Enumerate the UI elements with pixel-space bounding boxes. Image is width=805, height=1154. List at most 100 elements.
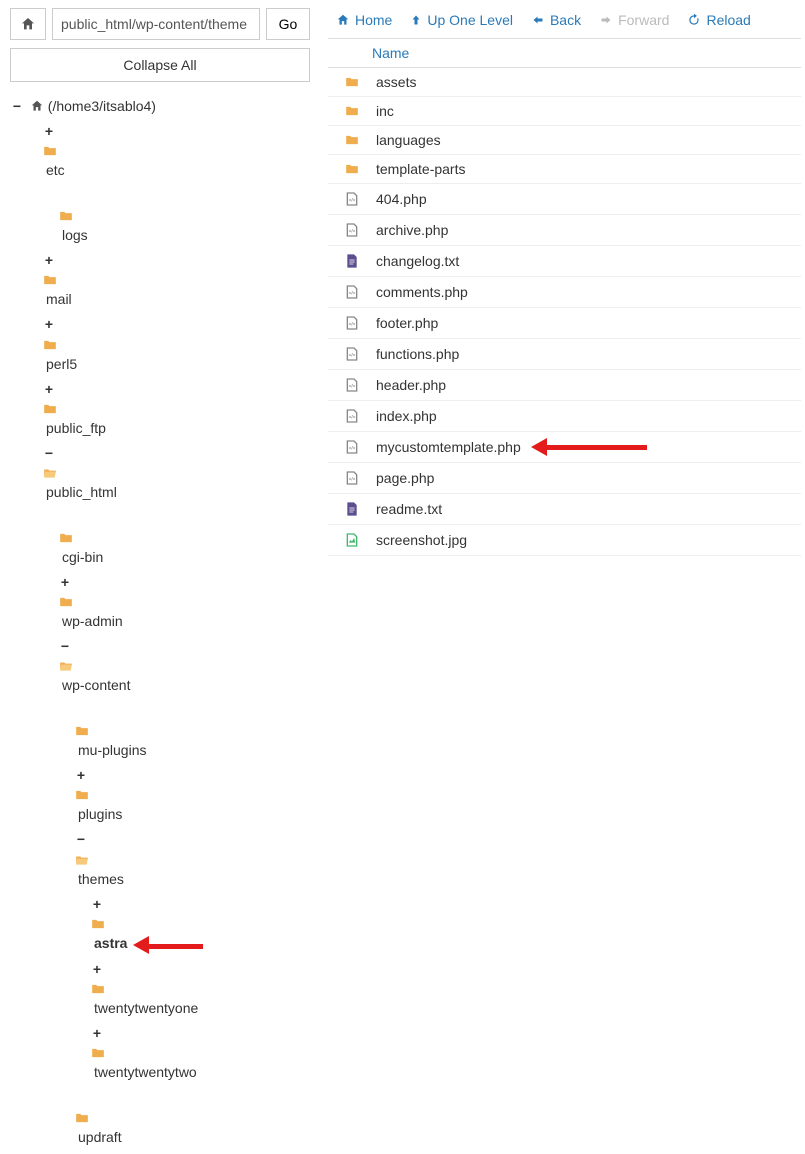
tree-item-label[interactable]: mu-plugins	[78, 742, 146, 758]
home-label: Home	[355, 12, 392, 28]
back-button[interactable]: Back	[531, 12, 581, 28]
up-one-level-button[interactable]: Up One Level	[410, 12, 513, 28]
toggle-icon[interactable]: −	[42, 441, 56, 466]
tree-item-label[interactable]: perl5	[46, 356, 77, 372]
list-item[interactable]: </>index.php	[328, 401, 801, 432]
tree-item-label[interactable]: etc	[46, 162, 65, 178]
tree-item[interactable]: + astra	[10, 892, 310, 957]
toggle-icon[interactable]: +	[42, 248, 56, 273]
folder-icon	[42, 144, 310, 158]
tree-item[interactable]: − public_html	[10, 441, 310, 505]
list-item[interactable]: </>archive.php	[328, 215, 801, 246]
list-item[interactable]: </>footer.php	[328, 308, 801, 339]
folder-icon	[42, 466, 310, 480]
tree-item-label[interactable]: logs	[62, 227, 88, 243]
tree-item[interactable]: + plugins	[10, 763, 310, 827]
list-item[interactable]: </>header.php	[328, 370, 801, 401]
list-item-name: template-parts	[376, 161, 465, 177]
folder-icon	[340, 133, 364, 147]
back-label: Back	[550, 12, 581, 28]
tree-item-label[interactable]: public_ftp	[46, 420, 106, 436]
list-item-name: mycustomtemplate.php	[376, 439, 521, 455]
list-item[interactable]: readme.txt	[328, 494, 801, 525]
toggle-icon[interactable]: +	[42, 312, 56, 337]
toggle-icon[interactable]: +	[58, 570, 72, 595]
path-input[interactable]	[52, 8, 260, 40]
list-item-name: changelog.txt	[376, 253, 459, 269]
tree-item[interactable]: +upgrade	[10, 1150, 310, 1154]
tree-item[interactable]: + twentytwentyone	[10, 957, 310, 1021]
file-icon	[340, 252, 364, 270]
reload-button[interactable]: Reload	[687, 12, 750, 28]
tree-item[interactable]: +mu-plugins	[10, 699, 310, 763]
list-item[interactable]: </>mycustomtemplate.php	[328, 432, 801, 463]
toggle-icon[interactable]: +	[74, 763, 88, 788]
list-item[interactable]: </>functions.php	[328, 339, 801, 370]
folder-icon	[90, 917, 310, 931]
home-button[interactable]: Home	[336, 12, 392, 28]
tree-item[interactable]: − wp-content	[10, 634, 310, 698]
tree-item[interactable]: + perl5	[10, 312, 310, 376]
annotation-arrow	[531, 438, 647, 456]
home-root-button[interactable]	[10, 8, 46, 40]
folder-icon	[74, 788, 310, 802]
tree-item[interactable]: +logs	[10, 184, 310, 248]
tree-root-label[interactable]: (/home3/itsablo4)	[48, 98, 156, 114]
tree-item[interactable]: + mail	[10, 248, 310, 312]
tree-item[interactable]: +cgi-bin	[10, 505, 310, 569]
list-item[interactable]: assets	[328, 68, 801, 97]
name-column-header[interactable]: Name	[336, 45, 409, 61]
folder-icon	[74, 724, 310, 738]
tree-root[interactable]: − (/home3/itsablo4)	[10, 94, 310, 119]
list-item-name: screenshot.jpg	[376, 532, 467, 548]
tree-item-label[interactable]: mail	[46, 291, 72, 307]
go-button[interactable]: Go	[266, 8, 310, 40]
tree-item-label[interactable]: wp-admin	[62, 613, 123, 629]
tree-item-label[interactable]: twentytwentytwo	[94, 1064, 197, 1080]
folder-icon	[340, 75, 364, 89]
file-icon: </>	[340, 190, 364, 208]
tree-item-label[interactable]: themes	[78, 871, 124, 887]
toggle-icon[interactable]: −	[74, 827, 88, 852]
toggle-icon[interactable]: +	[90, 957, 104, 982]
toggle-icon[interactable]: +	[42, 377, 56, 402]
list-item-name: functions.php	[376, 346, 459, 362]
tree-item[interactable]: + wp-admin	[10, 570, 310, 634]
tree-item-label[interactable]: astra	[94, 935, 127, 951]
file-icon: </>	[340, 407, 364, 425]
list-item-name: footer.php	[376, 315, 438, 331]
list-item[interactable]: </> 404.php	[328, 184, 801, 215]
tree-item-label[interactable]: twentytwentyone	[94, 1000, 198, 1016]
list-item[interactable]: screenshot.jpg	[328, 525, 801, 556]
list-item[interactable]: changelog.txt	[328, 246, 801, 277]
tree-item-label[interactable]: plugins	[78, 806, 122, 822]
tree-item[interactable]: + twentytwentytwo	[10, 1021, 310, 1085]
collapse-all-button[interactable]: Collapse All	[10, 48, 310, 82]
file-icon	[340, 531, 364, 549]
list-item[interactable]: </> comments.php	[328, 277, 801, 308]
list-item[interactable]: languages	[328, 126, 801, 155]
list-item[interactable]: </>page.php	[328, 463, 801, 494]
list-item-name: 404.php	[376, 191, 427, 207]
folder-icon	[58, 531, 310, 545]
tree-item[interactable]: + etc	[10, 119, 310, 183]
forward-arrow-icon	[599, 14, 613, 26]
toggle-icon[interactable]: −	[58, 634, 72, 659]
list-item[interactable]: inc	[328, 97, 801, 126]
toggle-icon[interactable]: +	[42, 119, 56, 144]
tree-item[interactable]: + public_ftp	[10, 377, 310, 441]
tree-item-label[interactable]: cgi-bin	[62, 549, 103, 565]
list-item-name: comments.php	[376, 284, 468, 300]
tree-item-label[interactable]: public_html	[46, 484, 117, 500]
toggle-icon[interactable]: +	[90, 1021, 104, 1046]
tree-item[interactable]: − themes	[10, 827, 310, 891]
toggle-icon[interactable]: +	[90, 892, 104, 917]
tree-item[interactable]: +updraft	[10, 1086, 310, 1150]
tree-item-label[interactable]: updraft	[78, 1129, 122, 1145]
toggle-icon[interactable]: −	[10, 94, 24, 119]
tree-item-label[interactable]: wp-content	[62, 677, 130, 693]
svg-text:</>: </>	[349, 291, 356, 296]
file-icon: </>	[340, 376, 364, 394]
list-item[interactable]: template-parts	[328, 155, 801, 184]
svg-text:</>: </>	[349, 198, 356, 203]
